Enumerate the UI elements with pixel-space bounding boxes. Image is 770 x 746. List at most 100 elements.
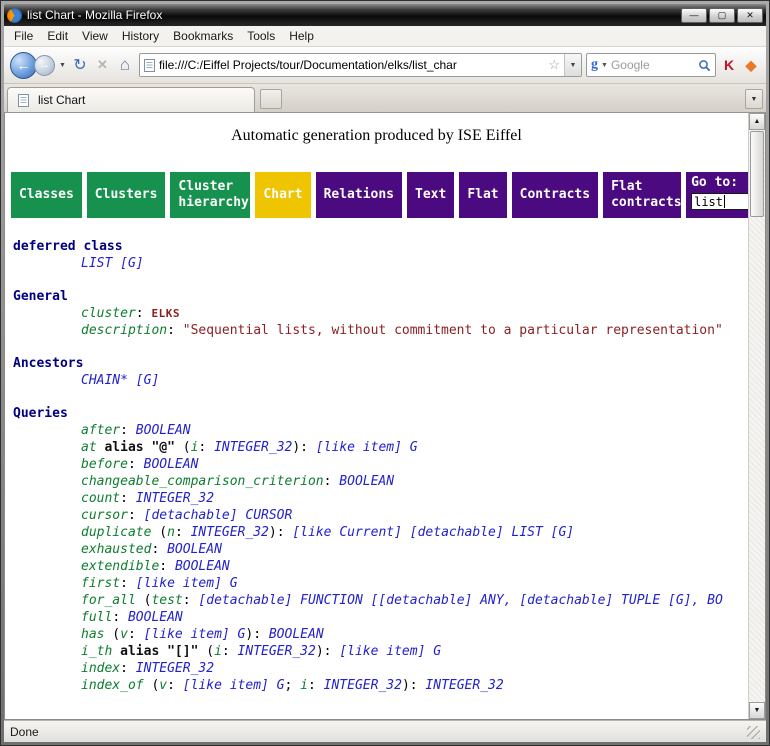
search-engine-icon[interactable]: g: [591, 58, 598, 72]
class-link[interactable]: [like item]: [316, 440, 402, 455]
stop-button[interactable]: ✕: [94, 57, 111, 73]
class-link[interactable]: [like item] G: [339, 644, 441, 659]
page-content: Automatic generation produced by ISE Eif…: [5, 113, 748, 719]
class-link[interactable]: [like item] G: [183, 678, 285, 693]
class-link[interactable]: BOOLEAN: [144, 457, 199, 472]
extension-icon[interactable]: ◆: [742, 57, 760, 74]
text-segment: :: [120, 576, 136, 591]
menu-bookmarks[interactable]: Bookmarks: [166, 27, 240, 45]
text-segment: (: [198, 644, 214, 659]
nav-button-classes[interactable]: Classes: [11, 172, 82, 218]
class-link[interactable]: [G]: [136, 373, 159, 388]
alias-text: alias "[]": [112, 644, 198, 659]
search-placeholder[interactable]: Google: [611, 58, 695, 72]
text-segment: :: [120, 661, 136, 676]
doc-line: exhausted: BOOLEAN: [13, 541, 748, 558]
search-engine-dropdown-icon[interactable]: ▼: [601, 62, 608, 69]
class-link[interactable]: CHAIN*: [81, 373, 128, 388]
text-segment: (: [104, 627, 120, 642]
nav-button-contracts[interactable]: Contracts: [512, 172, 598, 218]
forward-button[interactable]: →: [34, 55, 55, 76]
text-segment: :: [128, 627, 144, 642]
goto-button[interactable]: Go to:: [686, 172, 748, 218]
doc-section-general: Generalcluster: ELKSdescription: "Sequen…: [13, 288, 748, 339]
scroll-up-button[interactable]: ▲: [749, 113, 765, 130]
location-bar[interactable]: file:///C:/Eiffel Projects/tour/Document…: [139, 53, 582, 77]
doc-line: index_of (v: [like item] G; i: INTEGER_3…: [13, 677, 748, 694]
scrollbar-track[interactable]: [749, 130, 765, 702]
history-dropdown-icon[interactable]: ▼: [59, 62, 66, 69]
menu-file[interactable]: File: [7, 27, 40, 45]
text-segment: ;: [285, 678, 301, 693]
menu-edit[interactable]: Edit: [40, 27, 75, 45]
nav-button-chart[interactable]: Chart: [255, 172, 310, 218]
maximize-button[interactable]: ▢: [709, 8, 735, 23]
minimize-button[interactable]: —: [681, 8, 707, 23]
browser-window: list Chart - Mozilla Firefox — ▢ ✕ FileE…: [0, 0, 770, 746]
nav-button-text[interactable]: Text: [407, 172, 454, 218]
search-icon[interactable]: [698, 59, 711, 72]
nav-button-flat-contracts[interactable]: Flat contracts: [603, 172, 681, 218]
new-tab-button[interactable]: [260, 89, 282, 109]
menu-view[interactable]: View: [75, 27, 115, 45]
text-segment: :: [128, 457, 144, 472]
nav-button-clusters[interactable]: Clusters: [87, 172, 166, 218]
feature-name: full: [81, 610, 112, 625]
class-link[interactable]: INTEGER_32: [324, 678, 402, 693]
feature-name: index: [81, 661, 120, 676]
class-link[interactable]: INTEGER_32: [214, 440, 292, 455]
goto-input[interactable]: [691, 193, 748, 210]
menu-history[interactable]: History: [115, 27, 166, 45]
scroll-down-button[interactable]: ▼: [749, 702, 765, 719]
doc-section-queries: Queriesafter: BOOLEANat alias "@" (i: IN…: [13, 405, 748, 694]
refresh-button[interactable]: ↻: [70, 55, 90, 75]
nav-button-cluster-hierarchy[interactable]: Cluster hierarchy: [170, 172, 250, 218]
class-link[interactable]: [detachable] FUNCTION [[detachable] ANY,…: [198, 593, 722, 608]
tab-page-icon: [18, 94, 29, 107]
section-heading: General: [13, 288, 748, 305]
tab-list-chart[interactable]: list Chart: [7, 87, 255, 112]
class-link[interactable]: LIST: [81, 256, 112, 271]
title-bar: list Chart - Mozilla Firefox — ▢ ✕: [4, 4, 766, 26]
menu-help[interactable]: Help: [282, 27, 321, 45]
class-link[interactable]: INTEGER_32: [136, 661, 214, 676]
tab-list-dropdown[interactable]: ▼: [745, 89, 763, 109]
url-text[interactable]: file:///C:/Eiffel Projects/tour/Document…: [159, 58, 544, 72]
extension-icon-k[interactable]: K: [720, 57, 738, 73]
class-link[interactable]: INTEGER_32: [191, 525, 269, 540]
text-segment: :: [159, 559, 175, 574]
class-link[interactable]: INTEGER_32: [425, 678, 503, 693]
class-link[interactable]: BOOLEAN: [339, 474, 394, 489]
class-link[interactable]: BOOLEAN: [167, 542, 222, 557]
home-button[interactable]: ⌂: [115, 55, 135, 75]
class-link[interactable]: [G]: [120, 256, 143, 271]
feature-name: duplicate: [81, 525, 151, 540]
back-button[interactable]: ←: [10, 52, 37, 79]
class-link[interactable]: BOOLEAN: [175, 559, 230, 574]
class-link[interactable]: [like item] G: [144, 627, 246, 642]
alias-text: alias "@": [97, 440, 175, 455]
resize-grip[interactable]: [747, 726, 760, 739]
search-box[interactable]: g ▼ Google: [586, 53, 716, 77]
class-link[interactable]: BOOLEAN: [269, 627, 324, 642]
doc-line: changeable_comparison_criterion: BOOLEAN: [13, 473, 748, 490]
class-link[interactable]: [like Current] [detachable] LIST [G]: [292, 525, 574, 540]
class-link[interactable]: G: [410, 440, 418, 455]
bookmark-star-icon[interactable]: ☆: [544, 57, 564, 73]
close-button[interactable]: ✕: [737, 8, 763, 23]
feature-name: count: [81, 491, 120, 506]
menu-tools[interactable]: Tools: [240, 27, 282, 45]
scrollbar-thumb[interactable]: [750, 131, 764, 217]
url-dropdown-button[interactable]: ▼: [564, 54, 581, 76]
nav-button-flat[interactable]: Flat: [459, 172, 506, 218]
doc-line: extendible: BOOLEAN: [13, 558, 748, 575]
doc-line: cluster: ELKS: [13, 305, 748, 322]
vertical-scrollbar[interactable]: ▲ ▼: [748, 113, 765, 719]
nav-button-relations[interactable]: Relations: [316, 172, 402, 218]
class-link[interactable]: INTEGER_32: [238, 644, 316, 659]
class-link[interactable]: BOOLEAN: [136, 423, 191, 438]
class-link[interactable]: INTEGER_32: [136, 491, 214, 506]
class-link[interactable]: [detachable] CURSOR: [144, 508, 293, 523]
class-link[interactable]: [like item] G: [136, 576, 238, 591]
class-link[interactable]: BOOLEAN: [128, 610, 183, 625]
